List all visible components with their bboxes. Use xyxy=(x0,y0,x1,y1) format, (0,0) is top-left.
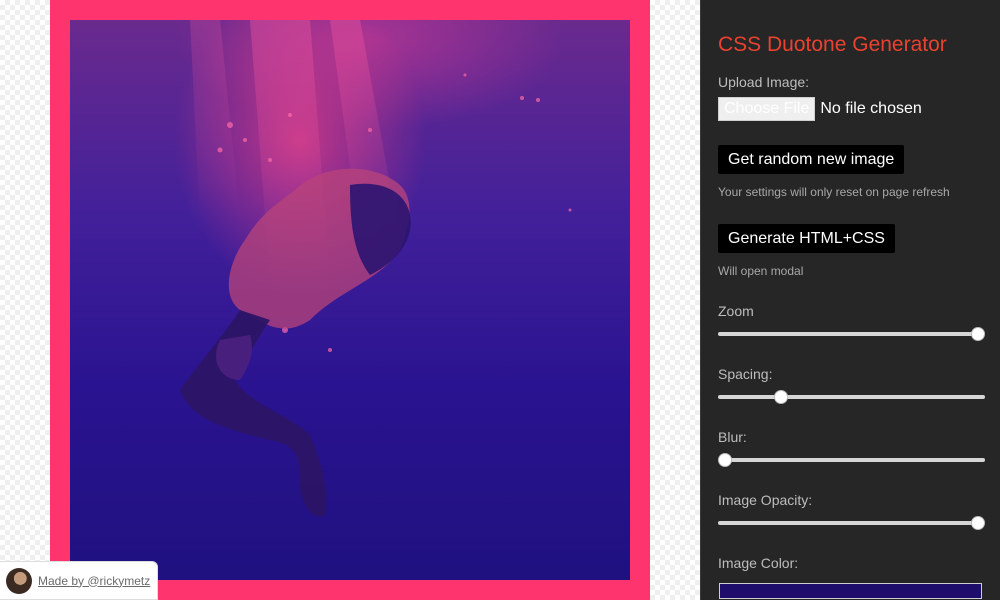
slider-track xyxy=(718,395,985,399)
spacing-label: Spacing: xyxy=(718,366,773,382)
slider-track xyxy=(718,458,985,462)
image-opacity-slider[interactable] xyxy=(718,515,985,531)
underwater-figure-illustration xyxy=(180,20,572,517)
preview-frame xyxy=(50,0,650,600)
choose-file-button[interactable]: Choose File xyxy=(718,97,816,121)
image-color-picker[interactable] xyxy=(719,583,982,599)
image-color-label: Image Color: xyxy=(718,555,799,571)
random-image-button[interactable]: Get random new image xyxy=(718,145,905,174)
slider-track xyxy=(718,521,985,525)
generate-hint: Will open modal xyxy=(718,264,804,278)
upload-label: Upload Image: xyxy=(718,74,810,90)
slider-thumb[interactable] xyxy=(971,327,985,341)
credit-link[interactable]: Made by @rickymetz xyxy=(38,574,150,588)
blur-slider[interactable] xyxy=(718,452,985,468)
generate-html-css-button[interactable]: Generate HTML+CSS xyxy=(718,224,895,253)
slider-thumb[interactable] xyxy=(773,390,788,404)
slider-thumb[interactable] xyxy=(718,453,732,467)
zoom-label: Zoom xyxy=(718,303,754,319)
blur-label: Blur: xyxy=(718,429,747,445)
avatar xyxy=(6,567,32,594)
random-hint: Your settings will only reset on page re… xyxy=(718,185,950,199)
settings-panel: CSS Duotone Generator Upload Image: Choo… xyxy=(700,0,1000,600)
image-opacity-label: Image Opacity: xyxy=(718,492,813,508)
slider-track xyxy=(718,332,985,336)
duotone-preview-image xyxy=(70,20,630,580)
spacing-slider[interactable] xyxy=(718,389,985,405)
file-input[interactable]: Choose File No file chosen xyxy=(718,97,922,121)
credit-badge[interactable]: Made by @rickymetz xyxy=(0,561,158,600)
zoom-slider[interactable] xyxy=(718,326,985,342)
slider-thumb[interactable] xyxy=(971,516,985,530)
file-status-text: No file chosen xyxy=(820,100,922,117)
app-title: CSS Duotone Generator xyxy=(718,33,947,56)
